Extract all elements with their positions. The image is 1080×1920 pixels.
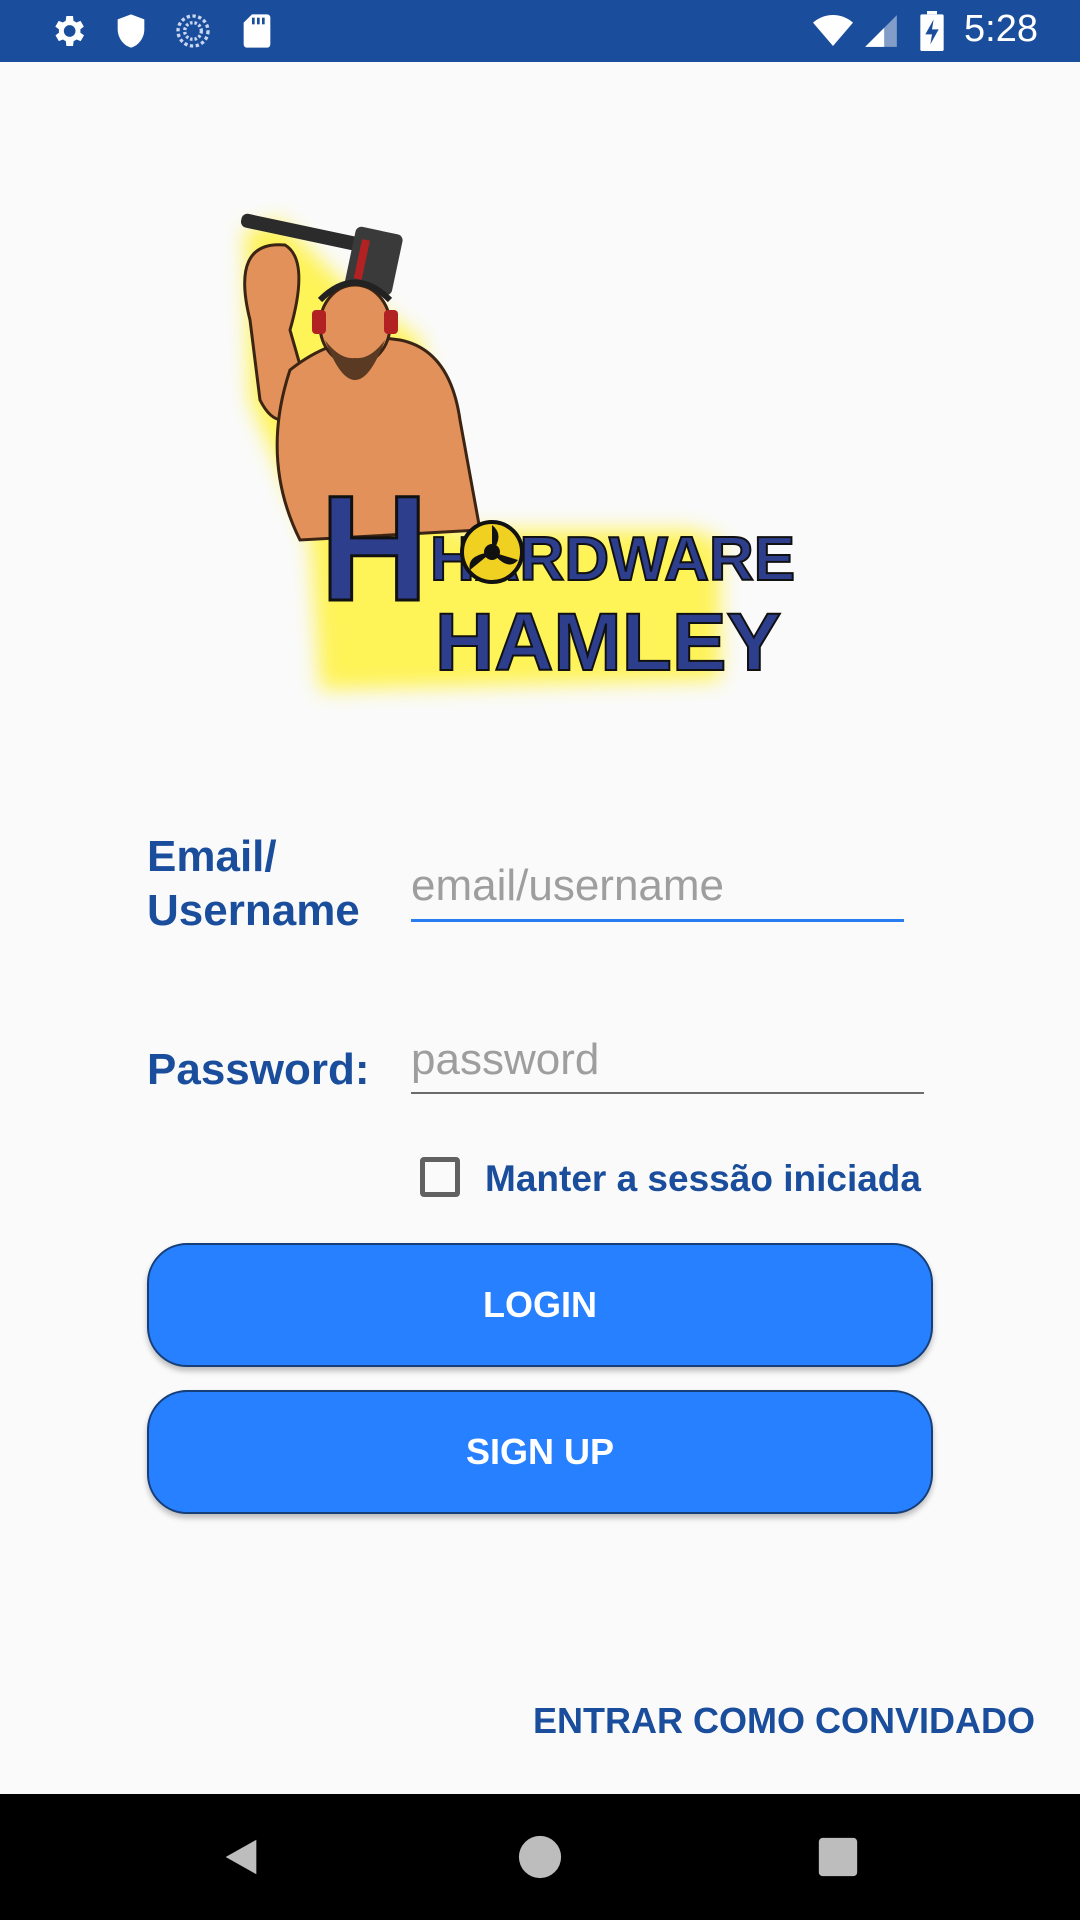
login-button[interactable]: LOGIN (147, 1243, 933, 1367)
sync-icon (176, 14, 210, 48)
email-input[interactable] (411, 856, 901, 916)
email-label-line1: Email/ (147, 832, 277, 881)
email-label-line2: Username (147, 886, 360, 935)
home-icon[interactable] (517, 1834, 563, 1880)
email-label: Email/ Username (147, 830, 360, 938)
back-icon[interactable] (218, 1834, 264, 1880)
navigation-bar (0, 1794, 1080, 1920)
email-input-underline (411, 919, 904, 922)
password-input-underline (411, 1092, 924, 1094)
recents-icon[interactable] (815, 1834, 861, 1880)
status-bar: 5:28 (0, 0, 1080, 62)
logo-text-line2: HAMLEY (435, 597, 781, 688)
logo-letter-h: H (320, 464, 428, 632)
password-label: Password: (147, 1045, 370, 1094)
shield-icon (117, 14, 145, 48)
guest-login-link[interactable]: ENTRAR COMO CONVIDADO (533, 1700, 1035, 1742)
keep-session-label[interactable]: Manter a sessão iniciada (485, 1158, 921, 1200)
app-logo: H HARDWARE HAMLEY (240, 213, 796, 690)
password-input[interactable] (411, 1030, 921, 1090)
gear-icon (55, 16, 84, 46)
signup-button[interactable]: SIGN UP (147, 1390, 933, 1514)
sd-card-icon (243, 14, 271, 48)
clock: 5:28 (964, 8, 1038, 50)
fan-icon (460, 520, 524, 584)
keep-session-checkbox[interactable] (420, 1157, 460, 1197)
wifi-icon (813, 15, 853, 46)
signal-icon (865, 15, 897, 47)
battery-charging-icon (920, 11, 944, 51)
